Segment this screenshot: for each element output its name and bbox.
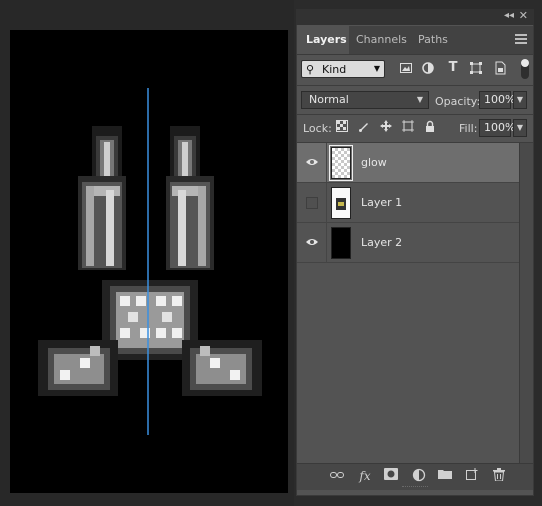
blend-row: Normal ▼ Opacity: 100% ▼ xyxy=(297,86,533,114)
filter-kind-select[interactable]: ⚲ Kind ▼ xyxy=(301,60,385,78)
layers-panel: Layers Channels Paths ⚲ Kind ▼ T Normal … xyxy=(296,9,534,496)
fill-input[interactable]: 100% xyxy=(479,119,515,137)
layer-thumbnail xyxy=(331,187,351,219)
eye-icon xyxy=(306,156,318,170)
panel-collapse-strip: ◂◂ ✕ xyxy=(296,9,534,25)
visibility-toggle[interactable] xyxy=(297,143,327,183)
search-icon: ⚲ xyxy=(306,63,315,76)
artwork-left-foot xyxy=(38,340,118,396)
tab-paths[interactable]: Paths xyxy=(409,26,457,54)
filter-row: ⚲ Kind ▼ T xyxy=(297,55,533,85)
adjustment-layer-icon[interactable] xyxy=(411,468,427,484)
canvas-artwork xyxy=(38,88,262,435)
layer-thumbnail xyxy=(329,145,353,181)
layer-thumbnail xyxy=(331,227,351,259)
image-filter-icon[interactable] xyxy=(399,61,413,75)
lock-all-icon[interactable] xyxy=(423,120,437,134)
opacity-label: Opacity: xyxy=(435,95,481,108)
lock-position-icon[interactable] xyxy=(379,120,393,134)
link-layers-icon[interactable] xyxy=(329,468,345,484)
divider xyxy=(297,114,533,115)
blend-mode-select[interactable]: Normal ▼ xyxy=(301,91,429,109)
layer-row-layer-1[interactable]: Layer 1 xyxy=(297,183,519,223)
opacity-dropdown-button[interactable]: ▼ xyxy=(513,91,527,109)
panel-tabbar: Layers Channels Paths xyxy=(297,26,533,55)
close-icon[interactable]: ✕ xyxy=(519,9,528,22)
canvas[interactable] xyxy=(10,30,288,493)
panel-menu-icon[interactable] xyxy=(515,34,527,44)
panel-resize-grip[interactable] xyxy=(402,486,428,490)
fx-icon[interactable]: fx xyxy=(357,468,373,484)
lock-label: Lock: xyxy=(303,122,332,135)
layer-row-layer-2[interactable]: Layer 2 xyxy=(297,223,519,263)
trash-icon[interactable] xyxy=(491,468,507,484)
visibility-toggle[interactable] xyxy=(297,223,327,263)
lock-image-pixels-icon[interactable] xyxy=(357,120,371,134)
new-layer-icon[interactable] xyxy=(464,468,480,484)
fill-dropdown-button[interactable]: ▼ xyxy=(513,119,527,137)
tab-layers[interactable]: Layers xyxy=(297,26,349,54)
artwork-left-pillar xyxy=(78,126,126,270)
mask-icon[interactable] xyxy=(383,468,399,484)
chevron-down-icon: ▼ xyxy=(373,64,380,73)
document-area xyxy=(0,0,294,506)
lock-artboard-icon[interactable] xyxy=(401,120,415,134)
collapse-panel-icon[interactable]: ◂◂ xyxy=(504,10,514,21)
filter-toggle-switch[interactable] xyxy=(521,59,529,79)
group-folder-icon[interactable] xyxy=(437,468,453,484)
artwork-right-foot xyxy=(182,340,262,396)
layer-row-glow[interactable]: glow xyxy=(297,143,519,183)
panel-footer: fx xyxy=(297,463,533,490)
layer-name[interactable]: Layer 2 xyxy=(361,236,402,249)
visibility-toggle[interactable] xyxy=(297,183,327,223)
fill-label: Fill: xyxy=(459,122,478,135)
artwork-right-pillar xyxy=(166,126,214,270)
type-filter-icon[interactable]: T xyxy=(446,61,460,75)
layer-name[interactable]: Layer 1 xyxy=(361,196,402,209)
hidden-visibility-box xyxy=(306,197,318,209)
filter-kind-label: Kind xyxy=(322,63,347,76)
tab-channels[interactable]: Channels xyxy=(347,26,416,54)
layer-name[interactable]: glow xyxy=(361,156,387,169)
shape-filter-icon[interactable] xyxy=(469,61,483,75)
smart-object-filter-icon[interactable] xyxy=(493,61,507,75)
layers-list: glow Layer 1 Layer 2 xyxy=(297,143,519,463)
layers-scrollbar[interactable] xyxy=(519,143,533,463)
adjustment-filter-icon[interactable] xyxy=(421,61,435,75)
opacity-input[interactable]: 100% xyxy=(479,91,515,109)
blend-mode-value: Normal xyxy=(309,93,349,106)
lock-transparent-pixels-icon[interactable] xyxy=(335,120,349,134)
eye-icon xyxy=(306,236,318,250)
chevron-down-icon: ▼ xyxy=(416,95,423,104)
